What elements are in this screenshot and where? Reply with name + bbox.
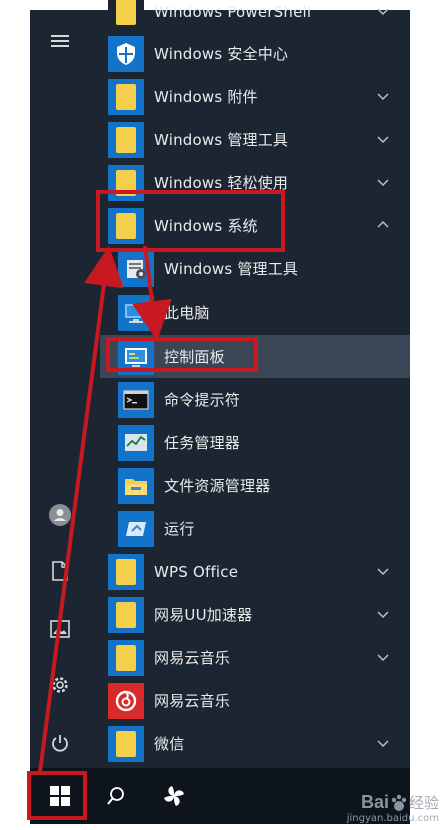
baidu-jingyan-watermark: Bai 经验 jingyan.baidu.com (347, 792, 439, 824)
annotation-arrows (38, 245, 172, 773)
baidu-paw-icon (391, 794, 407, 811)
watermark-brand-suffix: 经验 (408, 794, 439, 812)
watermark-url: jingyan.baidu.com (346, 813, 439, 824)
watermark-brand: Bai (360, 792, 389, 812)
arrow-system-to-control-panel (132, 245, 172, 341)
arrow-start-to-system (38, 246, 124, 773)
